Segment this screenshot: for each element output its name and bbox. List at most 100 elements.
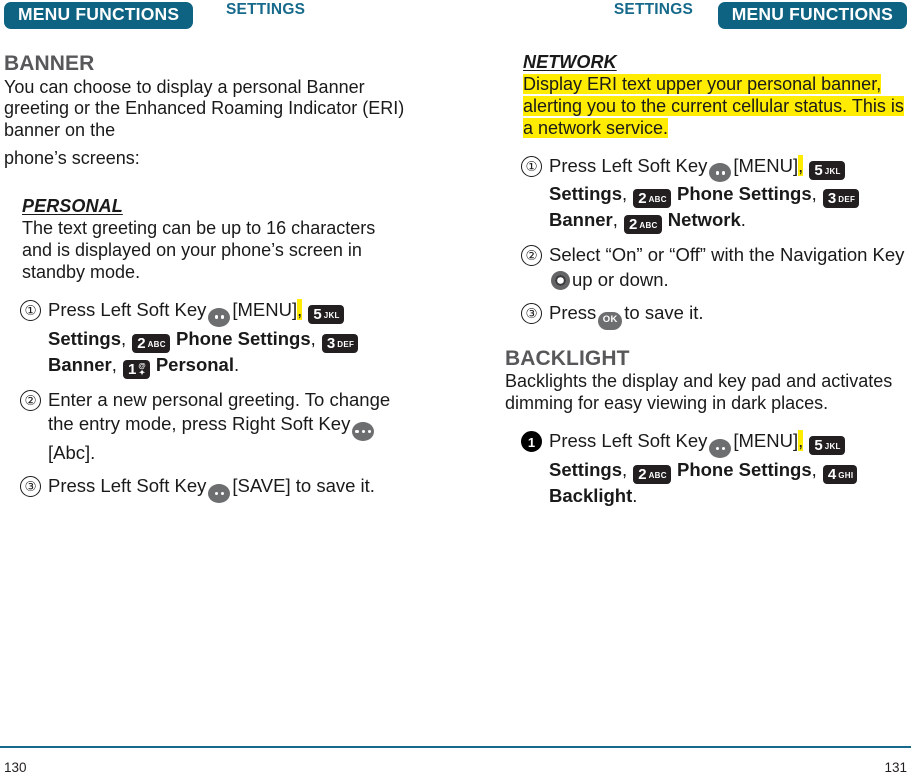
manual-page-spread: MENU FUNCTIONS SETTINGS SETTINGS MENU FU… (0, 0, 911, 782)
highlighted-network-text: Display ERI text upper your personal ban… (523, 73, 904, 138)
keypad-key-3-icon: 3 DEF (321, 333, 359, 353)
network-subsection: NETWORK Display ERI text upper your pers… (523, 52, 911, 140)
step-text-lead: Press Left Soft Key (48, 475, 207, 497)
list-item: 1 Press Left Soft Key [MENU], 5 JKL Settin… (505, 429, 911, 508)
right-soft-key-icon (352, 421, 375, 441)
list-item: ① Press Left Soft Key [MENU], 5 JKL Settin… (4, 298, 410, 379)
keypad-key-3-icon: 3 DEF (822, 189, 860, 209)
menu-item-personal: Personal (155, 353, 234, 375)
step-menu-label: [MENU] (733, 154, 799, 176)
personal-description: The text greeting can be up to 16 charac… (22, 218, 376, 282)
menu-item-settings: Settings (48, 327, 121, 349)
sep-comma-1: , (621, 183, 628, 205)
keypad-key-2-icon: 2 ABC (633, 189, 671, 209)
left-page-column: BANNER You can choose to display a perso… (4, 52, 410, 512)
sep-comma-3: , (612, 209, 618, 231)
step-text-lead: Press (549, 302, 597, 324)
page-title-backlight: BACKLIGHT (505, 346, 630, 370)
page-header: MENU FUNCTIONS SETTINGS SETTINGS MENU FU… (0, 0, 911, 40)
menu-item-settings: Settings (549, 458, 622, 480)
sep-comma-2: , (310, 327, 316, 349)
step-text-lead: Enter a new personal greeting. To change… (48, 388, 391, 435)
left-soft-key-icon (208, 484, 231, 504)
sep-period-1: . (234, 353, 240, 375)
menu-item-phone-settings: Phone Settings (676, 458, 812, 480)
sep-period-1: . (632, 484, 638, 506)
left-soft-key-icon (709, 163, 732, 183)
header-tab-menu-functions-right: MENU FUNCTIONS (717, 2, 907, 29)
page-title-banner: BANNER (4, 52, 95, 75)
step-text-tail: up or down. (572, 268, 669, 290)
menu-item-settings: Settings (549, 183, 622, 205)
step-text-lead: Select “On” or “Off” with the Navigation… (549, 244, 905, 266)
keypad-key-5-icon: 5 JKL (809, 160, 845, 180)
keypad-key-2-icon: 2 ABC (132, 333, 170, 353)
menu-item-banner: Banner (549, 209, 613, 231)
footer-divider (0, 746, 911, 748)
keypad-key-2-icon: 2 ABC (633, 464, 671, 484)
step-text-lead: Press Left Soft Key (549, 430, 708, 452)
step-text-tail: to save it. (624, 302, 704, 324)
backlight-description: Backlights the display and key pad and a… (505, 371, 893, 414)
step-number-2: ② (521, 245, 542, 267)
menu-item-network: Network (667, 209, 741, 231)
step-text-lead: Press Left Soft Key (549, 154, 708, 176)
step-text-lead: Press Left Soft Key (48, 298, 207, 320)
keycap-voicemail-glyph: ✦ (138, 368, 146, 378)
menu-item-banner: Banner (48, 353, 112, 375)
navigation-key-icon (551, 270, 570, 290)
list-item: ③ Press OK to save it. (505, 301, 911, 330)
page-number-left: 130 (4, 759, 27, 775)
step-number-1: ① (20, 299, 41, 321)
keypad-key-5-icon: 5 JKL (809, 436, 845, 456)
personal-subsection: PERSONAL The text greeting can be up to … (22, 196, 410, 284)
step-number-1: ① (521, 155, 542, 177)
step-menu-label: [MENU] (733, 430, 799, 452)
keypad-key-2-icon-b: 2 ABC (624, 215, 662, 235)
left-soft-key-icon (208, 307, 231, 327)
banner-intro-paragraph-2: phone’s screens: (4, 148, 140, 169)
menu-item-phone-settings: Phone Settings (175, 327, 311, 349)
step-text: Press OK to save it. (549, 302, 704, 330)
keypad-key-4-icon: 4 GHI (822, 464, 858, 484)
highlighted-comma: , (798, 430, 804, 452)
header-tab-menu-functions-left: MENU FUNCTIONS (4, 2, 194, 29)
list-item: ① Press Left Soft Key [MENU], 5 JKL Settin… (505, 154, 911, 235)
personal-steps-list: ① Press Left Soft Key [MENU], 5 JKL Settin… (4, 298, 410, 504)
highlighted-comma: , (798, 154, 804, 176)
list-item: ② Enter a new personal greeting. To chan… (4, 388, 410, 466)
step-number-3: ③ (20, 476, 41, 498)
page-number-right: 131 (884, 759, 907, 775)
sep-comma-3: , (111, 353, 117, 375)
step-text: Enter a new personal greeting. To change… (48, 389, 390, 463)
menu-item-backlight: Backlight (549, 484, 633, 506)
left-soft-key-icon (709, 438, 732, 458)
subsection-title-network: NETWORK (523, 52, 617, 72)
sep-comma-1: , (120, 327, 127, 349)
banner-intro-paragraph: You can choose to display a personal Ban… (4, 76, 405, 141)
step-text: Select “On” or “Off” with the Navigation… (549, 244, 904, 290)
step-text: Press Left Soft Key [MENU], 5 JKL Settings… (48, 298, 359, 379)
step-text: Press Left Soft Key [MENU], 5 JKL Settings… (549, 154, 860, 235)
ok-key-icon: OK (598, 311, 623, 330)
step-text-tail: [SAVE] to save it. (232, 475, 375, 497)
sep-period-1: . (740, 209, 746, 231)
header-label-settings-left: SETTINGS (226, 1, 306, 18)
list-item: ③ Press Left Soft Key [SAVE] to save it. (4, 474, 410, 504)
step-menu-label: [MENU] (232, 298, 298, 320)
step-text: Press Left Soft Key [MENU], 5 JKL Settings… (549, 430, 858, 506)
list-item: ② Select “On” or “Off” with the Navigati… (505, 243, 911, 292)
highlighted-comma: , (297, 298, 303, 320)
header-label-settings-right: SETTINGS (613, 1, 693, 18)
sep-comma-2: , (811, 458, 817, 480)
subsection-title-personal: PERSONAL (22, 196, 123, 217)
right-page-column: NETWORK Display ERI text upper your pers… (505, 52, 911, 517)
step-text-tail: [Abc]. (48, 441, 96, 463)
network-description: Display ERI text upper your personal ban… (523, 73, 911, 140)
keypad-key-5-icon: 5 JKL (308, 304, 344, 324)
network-steps-list: ① Press Left Soft Key [MENU], 5 JKL Settin… (505, 154, 911, 330)
keypad-key-1-icon: 1 @ ✦ (123, 359, 150, 379)
step-number-3: ③ (521, 303, 542, 325)
menu-item-phone-settings: Phone Settings (676, 183, 812, 205)
step-text: Press Left Soft Key [SAVE] to save it. (48, 475, 375, 504)
